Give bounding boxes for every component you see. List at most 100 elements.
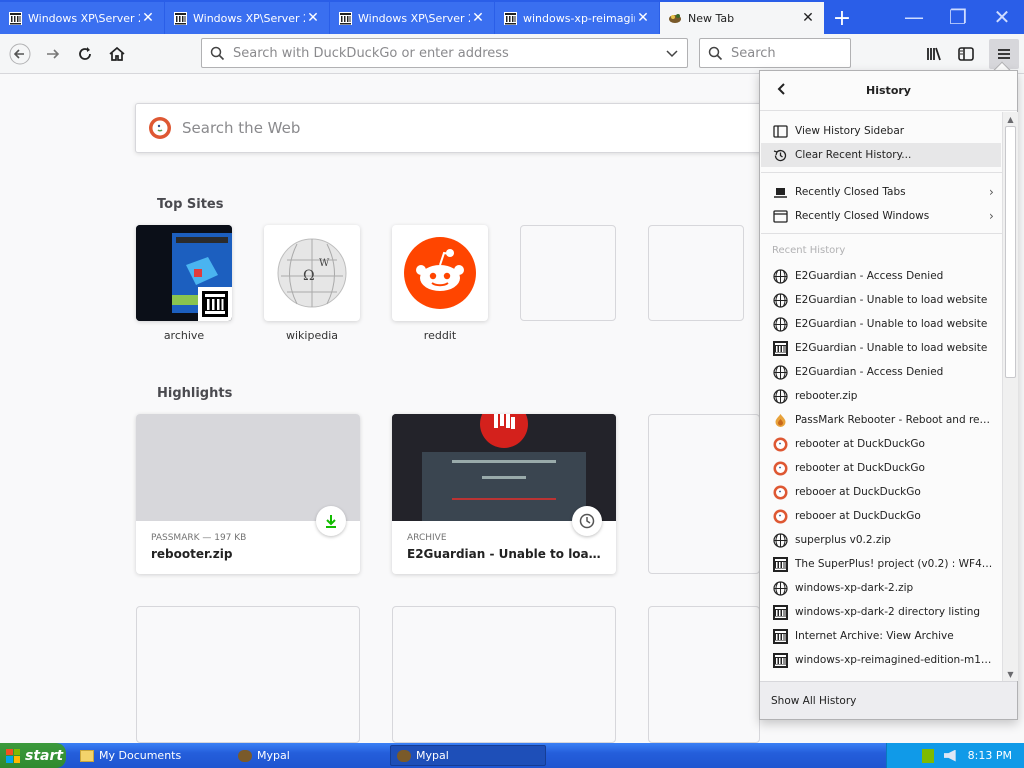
history-entry[interactable]: E2Guardian - Unable to load website: [761, 312, 1001, 336]
close-tab-icon[interactable]: ✕: [470, 10, 486, 26]
history-entry[interactable]: windows-xp-dark-2 directory listing: [761, 600, 1001, 624]
card-context: ARCHIVE: [407, 533, 447, 543]
tab-active[interactable]: New Tab ✕: [660, 2, 824, 34]
show-all-history-button[interactable]: Show All History: [760, 681, 1017, 719]
history-entry-label: E2Guardian - Unable to load website: [795, 342, 988, 354]
svg-text:Ω: Ω: [303, 268, 315, 284]
history-entry[interactable]: E2Guardian - Access Denied: [761, 360, 1001, 384]
top-site-empty: [520, 225, 616, 321]
item-label: View History Sidebar: [795, 125, 905, 137]
taskbar-item-label: My Documents: [99, 749, 182, 762]
duckduckgo-icon: [149, 117, 171, 139]
system-tray: 8:13 PM: [886, 743, 1024, 768]
tab[interactable]: Windows XP\Server 2 ✕: [0, 2, 164, 34]
close-tab-icon[interactable]: ✕: [635, 10, 651, 26]
scrollbar-thumb[interactable]: [1005, 126, 1016, 378]
view-history-sidebar-item[interactable]: View History Sidebar: [761, 119, 1001, 143]
history-entry[interactable]: E2Guardian - Unable to load website: [761, 288, 1001, 312]
scroll-up-arrow-icon[interactable]: ▲: [1003, 112, 1018, 126]
library-button[interactable]: [919, 39, 949, 69]
minimize-icon[interactable]: —: [892, 0, 936, 34]
recently-closed-tabs-item[interactable]: Recently Closed Tabs ›: [761, 180, 1001, 204]
recently-closed-windows-item[interactable]: Recently Closed Windows ›: [761, 204, 1001, 228]
history-entry-label: E2Guardian - Access Denied: [795, 270, 944, 282]
windows-flag-icon: [6, 748, 20, 763]
tab[interactable]: Windows XP\Server 2 ✕: [330, 2, 494, 34]
web-search-placeholder: Search the Web: [182, 119, 301, 137]
tab-label: windows-xp-reimagine: [523, 11, 635, 25]
history-entry[interactable]: E2Guardian - Access Denied: [761, 264, 1001, 288]
reload-button[interactable]: [70, 39, 100, 69]
history-entry[interactable]: rebooter at DuckDuckGo: [761, 456, 1001, 480]
separator: [761, 233, 1002, 234]
card-context: PASSMARK — 197 KB: [151, 533, 247, 543]
chevron-right-icon: ›: [989, 185, 994, 199]
site-thumbnail: [136, 225, 232, 321]
window-icon: [772, 208, 788, 224]
taskbar-item-mypal-active[interactable]: Mypal: [390, 745, 546, 766]
site-thumbnail: Ω W: [264, 225, 360, 321]
clear-recent-history-item[interactable]: Clear Recent History...: [761, 143, 1001, 167]
close-tab-icon[interactable]: ✕: [305, 10, 321, 26]
close-tab-icon[interactable]: ✕: [800, 10, 816, 26]
sidebar-button[interactable]: [951, 39, 981, 69]
maximize-icon[interactable]: ❐: [936, 0, 980, 34]
top-site-archive[interactable]: archive: [136, 225, 232, 342]
history-entry[interactable]: PassMark Rebooter - Reboot and rest...: [761, 408, 1001, 432]
back-chevron-icon[interactable]: [774, 81, 790, 100]
top-site-empty: [648, 225, 744, 321]
wikipedia-globe-icon: Ω W: [277, 238, 347, 308]
address-bar[interactable]: Search with DuckDuckGo or enter address: [201, 38, 688, 68]
history-entry[interactable]: rebooter.zip: [761, 384, 1001, 408]
download-icon: [316, 506, 346, 536]
tab[interactable]: Windows XP\Server 2 ✕: [165, 2, 329, 34]
address-placeholder: Search with DuckDuckGo or enter address: [233, 45, 509, 61]
start-button[interactable]: start: [0, 743, 66, 768]
history-scrollbar[interactable]: ▲ ▼: [1002, 112, 1018, 681]
close-window-icon[interactable]: ✕: [980, 0, 1024, 34]
web-search-box[interactable]: Search the Web: [135, 103, 775, 153]
top-site-reddit[interactable]: reddit: [392, 225, 488, 342]
highlight-card[interactable]: PASSMARK — 197 KB rebooter.zip: [136, 414, 360, 574]
passmark-icon: [772, 412, 788, 428]
history-entry-label: rebooter at DuckDuckGo: [795, 438, 925, 450]
network-icon[interactable]: [921, 748, 934, 763]
history-entry[interactable]: rebooer at DuckDuckGo: [761, 480, 1001, 504]
tab-label: New Tab: [688, 11, 735, 25]
archive-icon: [198, 287, 232, 321]
empty-site-placeholder: [648, 225, 744, 321]
close-tab-icon[interactable]: ✕: [140, 10, 156, 26]
history-entry[interactable]: windows-xp-reimagined-edition-m1 dir...: [761, 648, 1001, 672]
taskbar-item-mypal[interactable]: Mypal: [232, 745, 382, 766]
tab[interactable]: windows-xp-reimagine ✕: [495, 2, 659, 34]
back-button[interactable]: [5, 39, 35, 69]
history-entry[interactable]: rebooer at DuckDuckGo: [761, 504, 1001, 528]
history-entry[interactable]: rebooter at DuckDuckGo: [761, 432, 1001, 456]
home-button[interactable]: [102, 39, 132, 69]
new-tab-button[interactable]: +: [825, 2, 859, 34]
history-entry[interactable]: E2Guardian - Unable to load website: [761, 336, 1001, 360]
library-icon: [927, 47, 941, 61]
archive-icon: [173, 11, 187, 25]
taskbar: start My Documents Mypal Mypal 8:13 PM: [0, 743, 1024, 768]
top-site-wikipedia[interactable]: Ω W wikipedia: [264, 225, 360, 342]
history-entry[interactable]: The SuperPlus! project (v0.2) : WF41...: [761, 552, 1001, 576]
scroll-down-arrow-icon[interactable]: ▼: [1003, 667, 1018, 681]
archive-icon: [503, 11, 517, 25]
history-entry[interactable]: superplus v0.2.zip: [761, 528, 1001, 552]
history-entry[interactable]: windows-xp-dark-2.zip: [761, 576, 1001, 600]
clock[interactable]: 8:13 PM: [968, 749, 1012, 762]
start-label: start: [25, 747, 64, 764]
globe-icon: [772, 532, 788, 548]
duckduckgo-icon: [772, 436, 788, 452]
search-bar[interactable]: Search: [699, 38, 851, 68]
taskbar-item-my-documents[interactable]: My Documents: [74, 745, 224, 766]
volume-icon[interactable]: [943, 749, 956, 762]
history-entry-label: Internet Archive: View Archive: [795, 630, 954, 642]
forward-button[interactable]: [38, 39, 68, 69]
chevron-down-icon: [666, 50, 678, 58]
svg-text:W: W: [319, 258, 330, 269]
history-entry-label: windows-xp-dark-2 directory listing: [795, 606, 981, 618]
history-entry[interactable]: Internet Archive: View Archive: [761, 624, 1001, 648]
highlight-card[interactable]: ARCHIVE E2Guardian - Unable to load web.…: [392, 414, 616, 574]
